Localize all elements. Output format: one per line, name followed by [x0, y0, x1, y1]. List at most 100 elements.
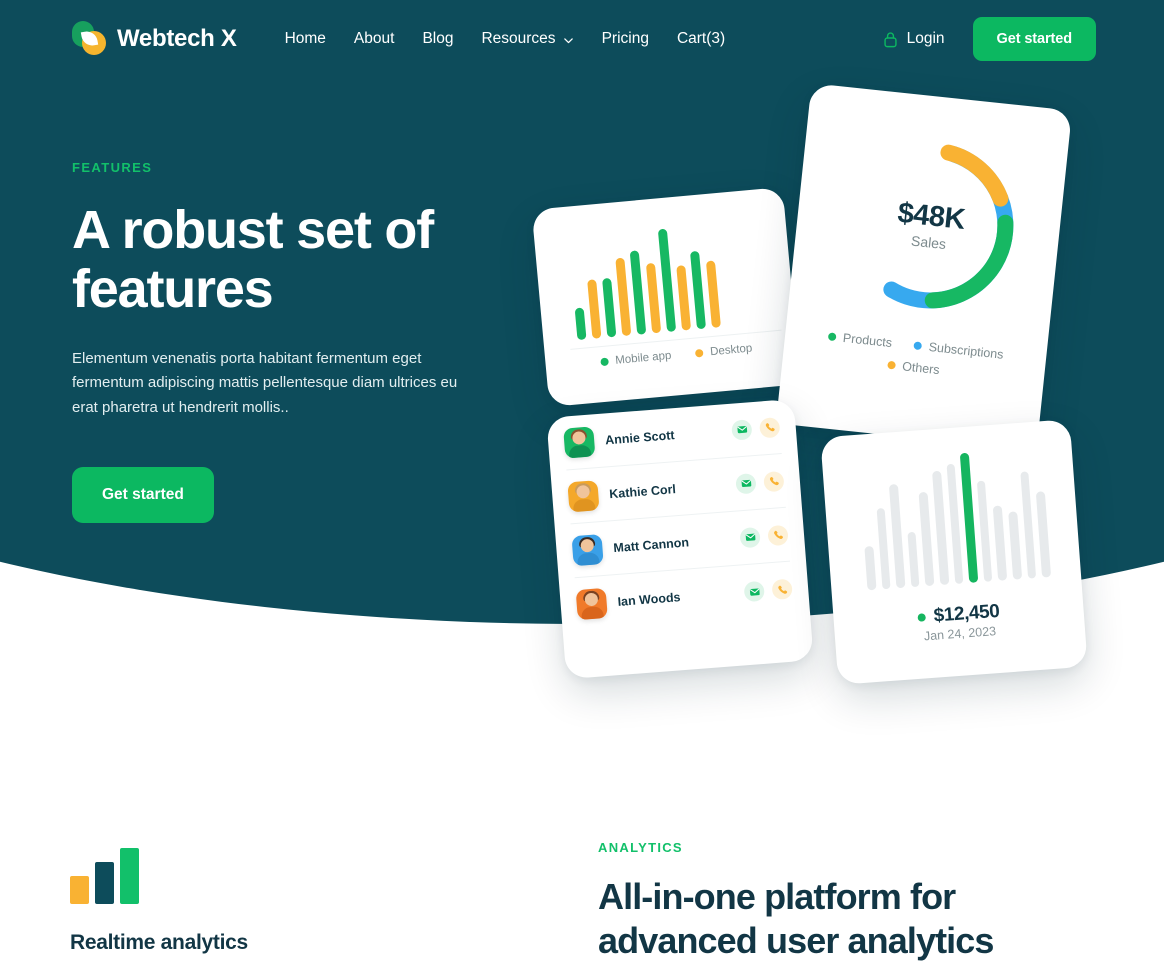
contact-name: Ian Woods — [617, 590, 681, 609]
nav-label: Resources — [481, 30, 556, 47]
bar — [676, 265, 692, 331]
phone-icon[interactable] — [771, 578, 793, 601]
sales-bar — [889, 483, 906, 589]
bar-chart-legend: Mobile app Desktop — [573, 340, 779, 371]
bar-chart-icon — [70, 848, 510, 904]
contacts-card: Annie Scott Kathie Corl Matt Cannon Ian Woo… — [546, 398, 814, 680]
sales-bar — [1008, 511, 1022, 580]
analytics-section: Realtime analytics ANALYTICS All-in-one … — [0, 810, 1164, 978]
bar-chart-plot — [568, 215, 773, 341]
avatar — [567, 479, 600, 512]
mail-icon[interactable] — [735, 472, 757, 495]
avatar — [575, 587, 608, 621]
primary-nav: Home About Blog Resources Pricing Cart(3… — [271, 24, 740, 54]
sales-bar — [864, 545, 877, 591]
analytics-title: All-in-one platform for advanced user an… — [598, 876, 994, 961]
sales-bar — [907, 532, 920, 588]
mail-icon[interactable] — [739, 526, 761, 548]
bar — [690, 251, 707, 330]
sales-bar — [1020, 471, 1037, 579]
feature-title: Realtime analytics — [70, 931, 248, 954]
avatar — [571, 533, 604, 566]
hero-paragraph: Elementum venenatis porta habitant ferme… — [72, 349, 458, 417]
nav-label: Home — [284, 30, 326, 47]
nav-link-about[interactable]: About — [340, 24, 409, 54]
login-label: Login — [906, 30, 945, 47]
nav-label: About — [353, 30, 395, 47]
bar — [657, 229, 677, 333]
realtime-analytics-feature: Realtime analytics — [70, 848, 510, 955]
brand-logo[interactable]: Webtech X — [72, 21, 237, 57]
nav-link-pricing[interactable]: Pricing — [588, 24, 663, 54]
legend-item-desktop: Desktop — [694, 342, 753, 359]
navbar: Webtech X Home About Blog Resources Pric… — [0, 0, 1164, 78]
donut-chart: $48K Sales — [830, 125, 1030, 325]
nav-label: Cart(3) — [676, 30, 726, 47]
get-started-button-hero[interactable]: Get started — [72, 466, 214, 523]
legend-dot — [600, 357, 609, 367]
bar — [629, 250, 647, 335]
phone-icon[interactable] — [763, 470, 785, 492]
legend-label: Desktop — [709, 342, 753, 359]
nav-actions: Login Get started — [883, 17, 1096, 61]
sales-bar — [946, 464, 964, 585]
bar — [645, 262, 662, 334]
bar — [574, 307, 587, 341]
sales-bar — [976, 480, 993, 582]
donut-chart-card: $48K Sales Products Subscriptions Others — [775, 83, 1073, 451]
legend-label: Others — [901, 359, 941, 378]
legend-label: Subscriptions — [928, 339, 1005, 362]
hero-eyebrow: FEATURES — [72, 160, 153, 175]
login-button[interactable]: Login — [883, 30, 945, 48]
get-started-button-nav[interactable]: Get started — [972, 17, 1096, 61]
sales-summary: $12,450 Jan 24, 2023 — [833, 595, 1085, 650]
legend-label: Products — [842, 330, 893, 351]
contact-name: Matt Cannon — [612, 534, 690, 555]
bar — [705, 260, 721, 328]
sales-bar — [876, 508, 891, 590]
sales-bar — [919, 492, 935, 587]
nav-label: Pricing — [601, 30, 649, 47]
landing-page: Webtech X Home About Blog Resources Pric… — [0, 0, 1164, 978]
mail-icon[interactable] — [743, 580, 765, 603]
donut-legend: Products Subscriptions Others — [804, 327, 1025, 386]
nav-link-resources[interactable]: Resources — [467, 24, 587, 54]
nav-link-home[interactable]: Home — [271, 24, 340, 54]
phone-icon[interactable] — [758, 416, 781, 439]
contact-actions — [743, 578, 793, 603]
sales-chart-plot — [858, 447, 1052, 591]
contact-name: Kathie Corl — [608, 481, 677, 501]
analytics-eyebrow: ANALYTICS — [598, 840, 683, 855]
legend-dot — [913, 341, 923, 351]
nav-label: Blog — [422, 30, 454, 47]
sales-dot — [917, 613, 927, 622]
chevron-down-icon — [563, 37, 573, 43]
sales-bar-highlighted — [960, 452, 979, 583]
avatar — [563, 425, 596, 459]
legend-item-mobile: Mobile app — [600, 350, 672, 368]
contact-actions — [735, 470, 785, 495]
legend-item-products: Products — [827, 329, 893, 351]
legend-dot — [694, 348, 704, 358]
legend-item-subscriptions: Subscriptions — [913, 338, 1005, 362]
bar — [615, 257, 632, 337]
sales-bar — [1036, 491, 1052, 578]
mail-icon[interactable] — [731, 418, 753, 441]
legend-dot — [827, 332, 837, 342]
contact-actions — [739, 524, 789, 548]
brand-name: Webtech X — [117, 25, 237, 52]
contact-actions — [731, 416, 781, 441]
hero-copy: FEATURES A robust set of features Elemen… — [72, 160, 502, 523]
legend-item-others: Others — [886, 358, 941, 378]
phone-icon[interactable] — [767, 524, 789, 546]
nav-link-blog[interactable]: Blog — [408, 24, 467, 54]
donut-sublabel: Sales — [910, 232, 947, 253]
sales-bar — [932, 470, 950, 586]
bar — [602, 277, 617, 338]
sales-chart-card: $12,450 Jan 24, 2023 — [820, 419, 1088, 685]
legend-dot — [886, 360, 896, 370]
nav-link-cart[interactable]: Cart(3) — [663, 24, 739, 54]
analytics-copy: ANALYTICS All-in-one platform for advanc… — [598, 840, 1098, 978]
leaf-logo-icon — [72, 21, 106, 57]
donut-center-label: $48K Sales — [830, 125, 1030, 325]
